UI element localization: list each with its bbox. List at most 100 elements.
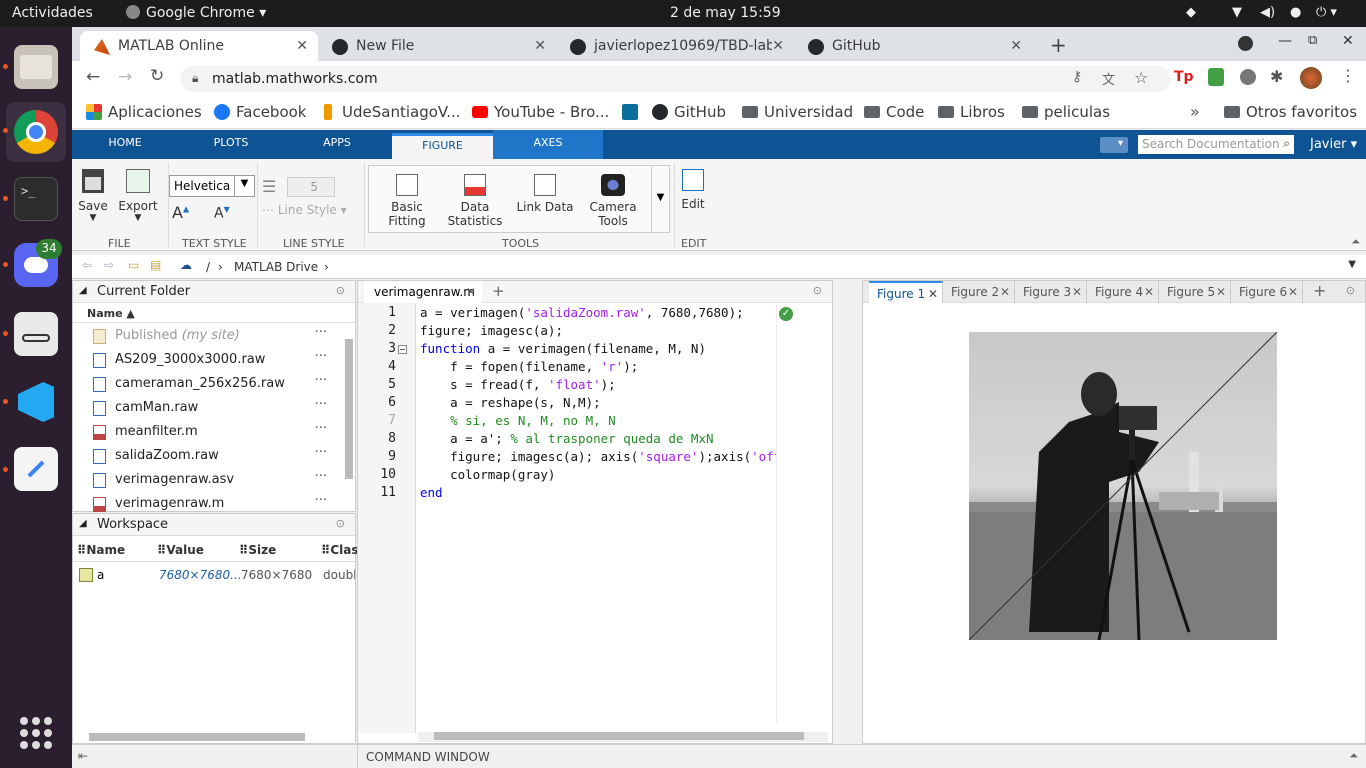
new-figure-icon[interactable]: + <box>1313 281 1326 300</box>
export-button[interactable]: Export ▼ <box>116 169 160 223</box>
edit-button[interactable]: Edit <box>678 169 708 211</box>
browse-folder-icon[interactable]: ▤ <box>150 258 161 272</box>
tab-apps[interactable]: APPS <box>284 130 390 159</box>
gallery-expand-button[interactable]: ▼ <box>651 166 669 232</box>
tab-home[interactable]: HOME <box>72 130 178 159</box>
vertical-scrollbar[interactable] <box>345 339 353 479</box>
tab-figure-5[interactable]: Figure 5 ✕ <box>1159 281 1231 303</box>
extension-tp-icon[interactable]: Tp <box>1174 69 1194 85</box>
maximize-icon[interactable]: ⧉ <box>1308 33 1317 48</box>
translate-icon[interactable]: 文 <box>1102 69 1115 88</box>
extension-koala-icon[interactable] <box>1240 69 1256 85</box>
key-icon[interactable]: ⚷ <box>1072 69 1082 85</box>
list-item-published[interactable]: Published (my site) ··· <box>73 324 341 348</box>
save-button[interactable]: Save ▼ <box>78 169 108 223</box>
line-width-spinner[interactable]: 5 <box>287 177 335 197</box>
variable-value[interactable]: 7680×7680... <box>159 568 242 582</box>
horizontal-scrollbar[interactable] <box>418 732 828 742</box>
forward-arrow-icon[interactable]: ⇨ <box>104 258 114 272</box>
tab-figure-6[interactable]: Figure 6 ✕ <box>1231 281 1303 303</box>
increase-font-icon[interactable]: A▲ <box>172 203 189 222</box>
text-editor-icon[interactable] <box>14 447 58 491</box>
chrome-dock-icon[interactable] <box>6 102 66 162</box>
close-icon[interactable]: ✕ <box>1000 285 1010 299</box>
extensions-puzzle-icon[interactable]: ✱ <box>1270 67 1283 86</box>
bookmark-folder-universidad[interactable]: Universidad <box>742 103 853 121</box>
tab-tbd-lab[interactable]: javierlopez10969/TBD-lab ✕ <box>556 31 794 61</box>
horizontal-scrollbar[interactable] <box>89 733 305 741</box>
bookmark-folder-libros[interactable]: Libros <box>938 103 1005 121</box>
bookmark-udesantiago[interactable]: UdeSantiagoV... <box>320 103 461 121</box>
tab-figure-3[interactable]: Figure 3 ✕ <box>1015 281 1087 303</box>
show-apps-icon[interactable] <box>20 717 52 749</box>
list-item[interactable]: cameraman_256x256.raw ··· <box>73 372 341 396</box>
code-area[interactable]: a = verimagen('salidaZoom.raw', 7680,768… <box>416 303 832 723</box>
more-bookmarks-icon[interactable]: » <box>1190 102 1200 121</box>
close-icon[interactable]: ✕ <box>928 287 938 301</box>
column-header-class[interactable]: ⠿Clas <box>321 543 359 557</box>
analyzer-ok-icon[interactable]: ✓ <box>779 307 793 321</box>
line-style-dropdown[interactable]: ⋯ Line Style ▾ <box>262 203 347 217</box>
command-window-label[interactable]: COMMAND WINDOW <box>366 750 490 764</box>
close-icon[interactable]: ✕ <box>1144 285 1154 299</box>
up-folder-icon[interactable]: ▭ <box>128 258 139 272</box>
reload-icon[interactable]: ↻ <box>150 66 164 86</box>
wifi-icon[interactable]: ▼ <box>1232 5 1242 20</box>
list-item[interactable]: AS209_3000x3000.raw ··· <box>73 348 341 372</box>
close-icon[interactable]: ✕ <box>296 38 308 54</box>
breadcrumb-matlab-drive[interactable]: MATLAB Drive <box>234 260 318 274</box>
column-header-name[interactable]: ⠿Name <box>77 543 125 557</box>
new-editor-tab-icon[interactable]: + <box>492 282 505 300</box>
tab-matlab-online[interactable]: MATLAB Online ✕ <box>80 31 318 61</box>
profile-avatar[interactable] <box>1300 67 1322 89</box>
app-menu[interactable]: Google Chrome ▾ <box>126 5 266 21</box>
bookmark-apps[interactable]: Aplicaciones <box>86 103 202 121</box>
panel-options-icon[interactable]: ⊙ <box>336 517 345 530</box>
activities-button[interactable]: Actividades <box>12 5 93 21</box>
more-menu-icon[interactable]: ⋮ <box>1340 66 1356 85</box>
extension-download-icon[interactable] <box>1208 68 1224 86</box>
star-icon[interactable]: ☆ <box>1134 68 1148 87</box>
documentation-search-input[interactable]: Search Documentation ⌕ <box>1138 135 1294 154</box>
forward-icon[interactable]: → <box>118 67 132 87</box>
bookmark-folder-peliculas[interactable]: peliculas <box>1022 103 1110 121</box>
drive-cloud-icon[interactable]: ☁ <box>180 258 192 272</box>
close-icon[interactable]: ✕ <box>1216 285 1226 299</box>
window-close-icon[interactable]: ✕ <box>1342 33 1354 49</box>
help-dropdown[interactable]: ▾ <box>1100 137 1128 153</box>
close-icon[interactable]: ✕ <box>1288 285 1298 299</box>
address-bar[interactable]: 🔒︎ matlab.mathworks.com ⚷ 文 ☆ <box>180 66 1170 92</box>
collapse-ribbon-icon[interactable]: ⏶ <box>1351 235 1360 249</box>
back-arrow-icon[interactable]: ⇦ <box>82 258 92 272</box>
bookmark-youtube[interactable]: YouTube - Bro... <box>472 103 609 121</box>
tab-figure-2[interactable]: Figure 2 ✕ <box>943 281 1015 303</box>
collapse-triangle-icon[interactable]: ◢ <box>79 518 87 529</box>
tab-plots[interactable]: PLOTS <box>178 130 284 159</box>
back-icon[interactable]: ← <box>86 67 100 87</box>
close-icon[interactable]: ✕ <box>534 38 546 54</box>
expand-up-icon[interactable]: ⏶ <box>1349 749 1358 763</box>
more-icon[interactable]: ··· <box>315 445 327 460</box>
panel-options-icon[interactable]: ⊙ <box>813 284 822 297</box>
list-item[interactable]: verimagenraw.asv ··· <box>73 468 341 492</box>
name-column-header[interactable]: Name ▲ <box>73 303 355 323</box>
terminal-icon[interactable]: >_ <box>14 177 58 221</box>
more-icon[interactable]: ··· <box>315 421 327 436</box>
list-item[interactable]: salidaZoom.raw ··· <box>73 444 341 468</box>
discord-tray-icon[interactable]: ◆ <box>1186 5 1196 20</box>
reader-app-icon[interactable] <box>14 312 58 356</box>
files-icon[interactable] <box>14 45 58 89</box>
search-icon[interactable]: ⌕ <box>1283 136 1290 151</box>
tab-new-file[interactable]: New File ✕ <box>318 31 556 61</box>
tab-axes[interactable]: AXES <box>493 130 603 159</box>
path-dropdown-icon[interactable]: ▼ <box>1348 259 1356 270</box>
more-icon[interactable]: ··· <box>315 493 327 508</box>
more-icon[interactable]: ··· <box>315 373 327 388</box>
tab-figure-4[interactable]: Figure 4 ✕ <box>1087 281 1159 303</box>
table-row[interactable]: a 7680×7680... 7680×7680 double <box>73 564 355 586</box>
column-header-value[interactable]: ⠿Value <box>157 543 204 557</box>
tab-figure-1[interactable]: Figure 1 ✕ <box>869 281 943 303</box>
camera-tools-button[interactable]: Camera Tools <box>585 174 641 228</box>
close-icon[interactable]: ✕ <box>772 38 784 54</box>
cameraman-image[interactable] <box>969 332 1277 640</box>
